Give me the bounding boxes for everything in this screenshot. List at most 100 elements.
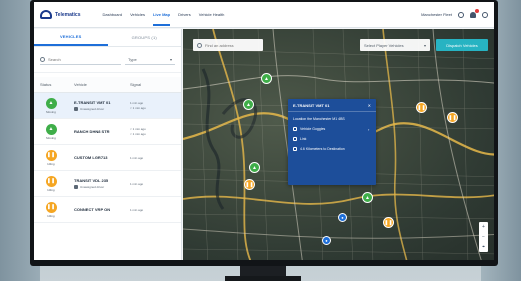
vehicle-marker[interactable]: ▲: [249, 162, 260, 173]
vehicle-marker[interactable]: ❚❚: [244, 179, 255, 190]
link-icon: [293, 137, 297, 141]
driver-label: Unassigned driver: [74, 107, 124, 111]
signal-time: < 1 min ago: [130, 132, 146, 136]
column-vehicle[interactable]: Vehicle: [68, 82, 124, 87]
locate-button[interactable]: ⌖: [482, 242, 485, 252]
screen: Telematics Dashboard Vehicles Live Map D…: [34, 2, 494, 260]
pause-icon: ❚❚: [45, 149, 57, 161]
vehicle-group-select[interactable]: Select Player Vehicles ▾: [360, 39, 430, 51]
vehicle-marker[interactable]: ❚❚: [416, 102, 427, 113]
column-signal[interactable]: Signal: [124, 82, 181, 87]
table-row[interactable]: ❚❚ Idling CUSTOM LGR713 1 min ago: [34, 145, 181, 171]
driver-label: Unassigned driver: [74, 185, 124, 189]
nav-drivers[interactable]: Drivers: [178, 12, 191, 17]
brand-name: Telematics: [55, 11, 81, 18]
zoom-in-button[interactable]: +: [482, 222, 485, 232]
signal-cell: 1 min ago: [124, 156, 181, 160]
tab-groups[interactable]: GROUPS (1): [108, 29, 182, 46]
vehicle-group-select-label: Select Player Vehicles: [364, 42, 404, 48]
vehicle-search: [40, 55, 121, 65]
table-row[interactable]: ▲ Moving RANCH DHN8 STR < 1 min ago < 1 min …: [34, 119, 181, 145]
chevron-down-icon: ▾: [169, 56, 172, 62]
settings-icon[interactable]: [482, 11, 488, 18]
vehicle-marker[interactable]: ❚❚: [447, 112, 458, 123]
status-label: Moving: [46, 109, 56, 114]
user-menu-icon[interactable]: [458, 11, 464, 18]
table-row[interactable]: ▲ Moving E-TRANSIT VMT 01 Unassigned driver…: [34, 93, 181, 119]
vehicle-search-input[interactable]: [48, 56, 108, 62]
signal-time: 1 min ago: [130, 101, 144, 105]
user-account[interactable]: Manchester Fleet: [421, 12, 452, 17]
pause-icon: ❚❚: [45, 201, 57, 213]
route-icon: [293, 147, 297, 151]
vehicle-name: CONNECT VRP ON: [74, 207, 111, 212]
popup-detail-text: Vehicle Goggles: [300, 127, 326, 131]
status-label: Idling: [47, 213, 55, 218]
vehicle-marker[interactable]: ▲: [362, 192, 373, 203]
vehicle-status: ❚❚ Idling: [34, 201, 68, 218]
camera-icon: [293, 127, 297, 131]
address-search-input[interactable]: [205, 42, 255, 48]
live-map[interactable]: Select Player Vehicles ▾ Dispatch Vehicl…: [183, 29, 494, 260]
table-row[interactable]: ❚❚ Idling CONNECT VRP ON 1 min ago: [34, 197, 181, 223]
vehicle-marker[interactable]: ❚❚: [383, 217, 394, 228]
vehicle-marker[interactable]: ▲: [243, 99, 254, 110]
vehicle-status: ❚❚ Idling: [34, 175, 68, 192]
notification-bell-icon[interactable]: [470, 8, 479, 18]
address-search: [193, 39, 263, 51]
search-icon: [197, 42, 202, 48]
nav-dashboard[interactable]: Dashboard: [102, 12, 122, 17]
type-filter-label: Type: [128, 56, 137, 62]
vehicle-cell: E-TRANSIT VMT 01 Unassigned driver: [68, 100, 124, 111]
vehicle-marker[interactable]: ▲: [261, 73, 272, 84]
vehicle-name: E-TRANSIT VMT 01: [74, 100, 111, 105]
zoom-out-button[interactable]: −: [482, 232, 485, 242]
top-right-controls: Manchester Fleet: [421, 8, 488, 18]
close-icon[interactable]: ✕: [368, 103, 371, 108]
popup-detail[interactable]: Link: [288, 134, 376, 144]
vehicle-cell: RANCH DHN8 STR: [68, 129, 124, 134]
monitor: Telematics Dashboard Vehicles Live Map D…: [30, 0, 498, 266]
nav-vehicles[interactable]: Vehicles: [130, 12, 145, 17]
tab-vehicles[interactable]: VEHICLES: [34, 29, 108, 46]
signal-time: 1 min ago: [130, 181, 144, 186]
arrow-up-icon: ▲: [45, 123, 57, 135]
chevron-right-icon[interactable]: ›: [368, 127, 369, 132]
nav-vehicle-health[interactable]: Vehicle Health: [199, 12, 225, 17]
vehicle-name: TRANSIT VDL 235: [74, 178, 109, 183]
vehicle-cell: TRANSIT VDL 235 Unassigned driver: [68, 178, 124, 189]
vehicle-name: RANCH DHN8 STR: [74, 129, 110, 134]
person-icon: [74, 185, 78, 189]
vehicle-status: ▲ Moving: [34, 97, 68, 114]
popup-detail-text: 4.6 Kilometers to Destination: [300, 147, 345, 151]
chevron-down-icon: ▾: [423, 42, 426, 48]
notification-badge: [475, 8, 479, 13]
popup-detail: Vehicle Goggles: [288, 124, 376, 134]
popup-header: E-TRANSIT VMT 01 ✕: [288, 99, 376, 112]
column-status[interactable]: Status: [34, 82, 68, 87]
vehicle-name: CUSTOM LGR713: [74, 155, 108, 160]
driver-name: Unassigned driver: [80, 107, 105, 111]
search-icon: [40, 56, 45, 62]
monitor-stand-base: [225, 276, 301, 281]
dispatch-button[interactable]: Dispatch Vehicles: [436, 39, 488, 51]
zoom-controls: + − ⌖: [479, 222, 488, 252]
popup-location: Location the Manchester M1 4BS: [293, 117, 345, 121]
signal-cell: < 1 min ago < 1 min ago: [124, 127, 181, 136]
popup-detail: 4.6 Kilometers to Destination: [288, 144, 376, 154]
sidebar-tabs: VEHICLES GROUPS (1): [34, 29, 181, 47]
vehicle-list: ▲ Moving E-TRANSIT VMT 01 Unassigned driver…: [34, 93, 181, 223]
location-marker[interactable]: ●: [338, 213, 347, 222]
main-nav: Dashboard Vehicles Live Map Drivers Vehi…: [102, 12, 225, 26]
table-row[interactable]: ❚❚ Idling TRANSIT VDL 235 Unassigned driver…: [34, 171, 181, 197]
status-label: Idling: [47, 187, 55, 192]
vehicle-status: ❚❚ Idling: [34, 149, 68, 166]
brand-logo[interactable]: Telematics: [40, 10, 80, 19]
signal-cell: 1 min ago < 1 min ago: [124, 101, 181, 110]
location-marker[interactable]: ●: [322, 236, 331, 245]
driver-name: Unassigned driver: [80, 185, 105, 189]
type-filter[interactable]: Type ▾: [125, 55, 175, 65]
vehicle-popup[interactable]: E-TRANSIT VMT 01 ✕ Location the Manchest…: [288, 99, 376, 185]
status-label: Moving: [46, 135, 56, 140]
nav-live-map[interactable]: Live Map: [152, 12, 171, 26]
